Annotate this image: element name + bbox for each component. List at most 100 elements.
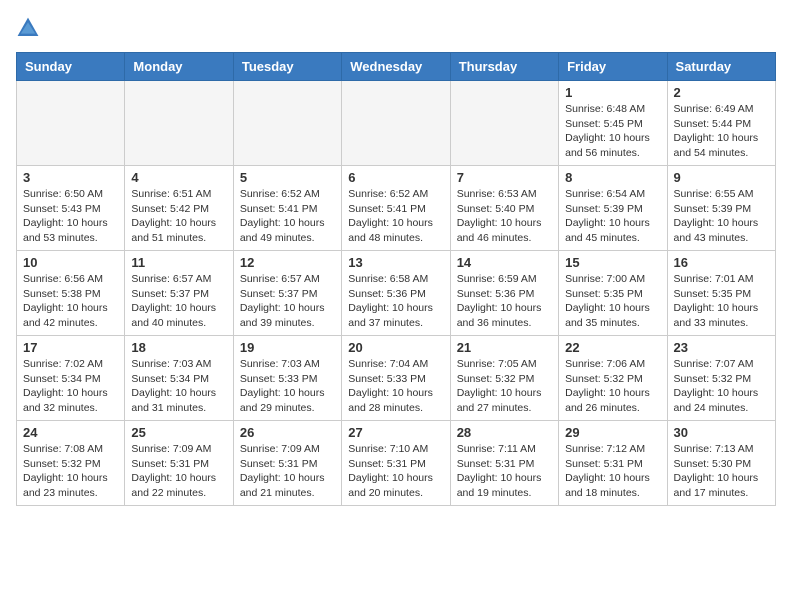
day-info: Sunrise: 6:51 AM Sunset: 5:42 PM Dayligh… — [131, 187, 226, 246]
calendar-cell: 16 Sunrise: 7:01 AM Sunset: 5:35 PM Dayli… — [667, 251, 775, 336]
calendar-cell: 24Sunrise: 7:08 AM Sunset: 5:32 PM Dayli… — [17, 421, 125, 506]
day-number: 30 — [674, 425, 769, 440]
calendar-cell: 28Sunrise: 7:11 AM Sunset: 5:31 PM Dayli… — [450, 421, 558, 506]
day-number: 6 — [348, 170, 443, 185]
day-number: 27 — [348, 425, 443, 440]
day-info: Sunrise: 7:12 AM Sunset: 5:31 PM Dayligh… — [565, 442, 660, 501]
day-info: Sunrise: 7:09 AM Sunset: 5:31 PM Dayligh… — [240, 442, 335, 501]
day-info: Sunrise: 7:00 AM Sunset: 5:35 PM Dayligh… — [565, 272, 660, 331]
day-info: Sunrise: 6:58 AM Sunset: 5:36 PM Dayligh… — [348, 272, 443, 331]
calendar-cell: 14 Sunrise: 6:59 AM Sunset: 5:36 PM Dayli… — [450, 251, 558, 336]
day-info: Sunrise: 7:07 AM Sunset: 5:32 PM Dayligh… — [674, 357, 769, 416]
day-number: 13 — [348, 255, 443, 270]
day-info: Sunrise: 7:09 AM Sunset: 5:31 PM Dayligh… — [131, 442, 226, 501]
calendar-cell — [233, 81, 341, 166]
logo-icon — [16, 16, 40, 40]
calendar-cell: 17 Sunrise: 7:02 AM Sunset: 5:34 PM Dayli… — [17, 336, 125, 421]
page-header — [16, 16, 776, 40]
calendar-cell — [342, 81, 450, 166]
day-number: 24 — [23, 425, 118, 440]
day-info: Sunrise: 6:56 AM Sunset: 5:38 PM Dayligh… — [23, 272, 118, 331]
day-info: Sunrise: 6:59 AM Sunset: 5:36 PM Dayligh… — [457, 272, 552, 331]
day-info: Sunrise: 7:04 AM Sunset: 5:33 PM Dayligh… — [348, 357, 443, 416]
week-row-2: 3Sunrise: 6:50 AM Sunset: 5:43 PM Daylig… — [17, 166, 776, 251]
calendar-header-tuesday: Tuesday — [233, 53, 341, 81]
calendar-header-thursday: Thursday — [450, 53, 558, 81]
week-row-4: 17 Sunrise: 7:02 AM Sunset: 5:34 PM Dayli… — [17, 336, 776, 421]
day-number: 20 — [348, 340, 443, 355]
calendar-table: SundayMondayTuesdayWednesdayThursdayFrid… — [16, 52, 776, 506]
day-number: 15 — [565, 255, 660, 270]
calendar-cell: 20 Sunrise: 7:04 AM Sunset: 5:33 PM Dayli… — [342, 336, 450, 421]
calendar-cell: 22 Sunrise: 7:06 AM Sunset: 5:32 PM Dayli… — [559, 336, 667, 421]
calendar-cell: 29Sunrise: 7:12 AM Sunset: 5:31 PM Dayli… — [559, 421, 667, 506]
day-info: Sunrise: 7:05 AM Sunset: 5:32 PM Dayligh… — [457, 357, 552, 416]
day-info: Sunrise: 6:54 AM Sunset: 5:39 PM Dayligh… — [565, 187, 660, 246]
day-number: 1 — [565, 85, 660, 100]
day-info: Sunrise: 7:10 AM Sunset: 5:31 PM Dayligh… — [348, 442, 443, 501]
calendar-cell — [450, 81, 558, 166]
calendar-cell: 10 Sunrise: 6:56 AM Sunset: 5:38 PM Dayli… — [17, 251, 125, 336]
day-number: 25 — [131, 425, 226, 440]
calendar-cell: 19 Sunrise: 7:03 AM Sunset: 5:33 PM Dayli… — [233, 336, 341, 421]
calendar-cell: 7 Sunrise: 6:53 AM Sunset: 5:40 PM Daylig… — [450, 166, 558, 251]
day-info: Sunrise: 6:57 AM Sunset: 5:37 PM Dayligh… — [131, 272, 226, 331]
day-number: 18 — [131, 340, 226, 355]
day-number: 10 — [23, 255, 118, 270]
calendar-cell: 9 Sunrise: 6:55 AM Sunset: 5:39 PM Daylig… — [667, 166, 775, 251]
calendar-cell: 26 Sunrise: 7:09 AM Sunset: 5:31 PM Dayli… — [233, 421, 341, 506]
day-number: 8 — [565, 170, 660, 185]
day-info: Sunrise: 6:55 AM Sunset: 5:39 PM Dayligh… — [674, 187, 769, 246]
calendar-cell: 27 Sunrise: 7:10 AM Sunset: 5:31 PM Dayli… — [342, 421, 450, 506]
calendar-cell: 4 Sunrise: 6:51 AM Sunset: 5:42 PM Daylig… — [125, 166, 233, 251]
day-info: Sunrise: 7:06 AM Sunset: 5:32 PM Dayligh… — [565, 357, 660, 416]
day-info: Sunrise: 6:57 AM Sunset: 5:37 PM Dayligh… — [240, 272, 335, 331]
day-number: 3 — [23, 170, 118, 185]
calendar-header-row: SundayMondayTuesdayWednesdayThursdayFrid… — [17, 53, 776, 81]
day-info: Sunrise: 6:52 AM Sunset: 5:41 PM Dayligh… — [348, 187, 443, 246]
day-number: 26 — [240, 425, 335, 440]
day-number: 23 — [674, 340, 769, 355]
day-info: Sunrise: 7:02 AM Sunset: 5:34 PM Dayligh… — [23, 357, 118, 416]
calendar-header-friday: Friday — [559, 53, 667, 81]
day-number: 14 — [457, 255, 552, 270]
calendar-header-saturday: Saturday — [667, 53, 775, 81]
calendar-cell: 30 Sunrise: 7:13 AM Sunset: 5:30 PM Dayli… — [667, 421, 775, 506]
calendar-cell: 8 Sunrise: 6:54 AM Sunset: 5:39 PM Daylig… — [559, 166, 667, 251]
calendar-cell: 6 Sunrise: 6:52 AM Sunset: 5:41 PM Daylig… — [342, 166, 450, 251]
day-number: 5 — [240, 170, 335, 185]
week-row-3: 10 Sunrise: 6:56 AM Sunset: 5:38 PM Dayli… — [17, 251, 776, 336]
calendar-header-sunday: Sunday — [17, 53, 125, 81]
day-number: 21 — [457, 340, 552, 355]
day-info: Sunrise: 7:13 AM Sunset: 5:30 PM Dayligh… — [674, 442, 769, 501]
day-info: Sunrise: 6:52 AM Sunset: 5:41 PM Dayligh… — [240, 187, 335, 246]
day-number: 7 — [457, 170, 552, 185]
week-row-1: 1 Sunrise: 6:48 AM Sunset: 5:45 PM Daylig… — [17, 81, 776, 166]
calendar-cell: 12 Sunrise: 6:57 AM Sunset: 5:37 PM Dayli… — [233, 251, 341, 336]
day-info: Sunrise: 6:49 AM Sunset: 5:44 PM Dayligh… — [674, 102, 769, 161]
calendar-header-monday: Monday — [125, 53, 233, 81]
calendar-cell: 3Sunrise: 6:50 AM Sunset: 5:43 PM Daylig… — [17, 166, 125, 251]
day-number: 19 — [240, 340, 335, 355]
calendar-cell: 11Sunrise: 6:57 AM Sunset: 5:37 PM Dayli… — [125, 251, 233, 336]
day-number: 22 — [565, 340, 660, 355]
day-number: 9 — [674, 170, 769, 185]
day-number: 2 — [674, 85, 769, 100]
logo — [16, 16, 44, 40]
calendar-cell: 5 Sunrise: 6:52 AM Sunset: 5:41 PM Daylig… — [233, 166, 341, 251]
day-number: 16 — [674, 255, 769, 270]
day-number: 12 — [240, 255, 335, 270]
calendar-cell: 21 Sunrise: 7:05 AM Sunset: 5:32 PM Dayli… — [450, 336, 558, 421]
day-number: 4 — [131, 170, 226, 185]
calendar-cell: 25 Sunrise: 7:09 AM Sunset: 5:31 PM Dayli… — [125, 421, 233, 506]
calendar-cell: 15 Sunrise: 7:00 AM Sunset: 5:35 PM Dayli… — [559, 251, 667, 336]
day-info: Sunrise: 6:53 AM Sunset: 5:40 PM Dayligh… — [457, 187, 552, 246]
calendar-cell: 23 Sunrise: 7:07 AM Sunset: 5:32 PM Dayli… — [667, 336, 775, 421]
day-info: Sunrise: 6:48 AM Sunset: 5:45 PM Dayligh… — [565, 102, 660, 161]
day-info: Sunrise: 7:03 AM Sunset: 5:33 PM Dayligh… — [240, 357, 335, 416]
day-info: Sunrise: 7:01 AM Sunset: 5:35 PM Dayligh… — [674, 272, 769, 331]
day-info: Sunrise: 7:11 AM Sunset: 5:31 PM Dayligh… — [457, 442, 552, 501]
day-number: 17 — [23, 340, 118, 355]
calendar-cell: 2 Sunrise: 6:49 AM Sunset: 5:44 PM Daylig… — [667, 81, 775, 166]
calendar-header-wednesday: Wednesday — [342, 53, 450, 81]
